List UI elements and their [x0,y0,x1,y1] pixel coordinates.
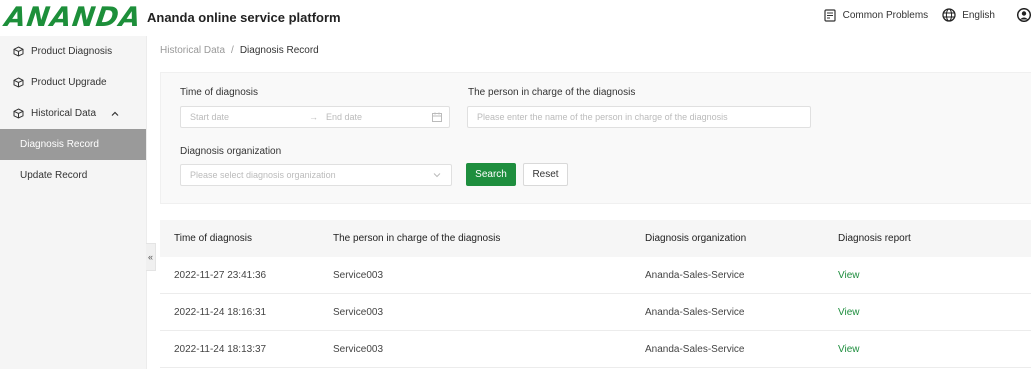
cube-icon [13,77,24,88]
column-header: Diagnosis report [838,233,911,244]
cell-organization: Ananda-Sales-Service [645,269,745,281]
sidebar-item-historical-data[interactable]: Historical Data [0,98,146,129]
sidebar-item-product-upgrade[interactable]: Product Upgrade [0,67,146,98]
user-avatar-icon[interactable] [1017,8,1031,22]
breadcrumb-parent[interactable]: Historical Data [160,45,225,56]
view-report-link[interactable]: View [838,344,860,355]
sidebar-item-diagnosis-record[interactable]: Diagnosis Record [0,129,146,160]
end-date-input[interactable]: End date [326,112,362,122]
breadcrumb-separator: / [231,45,234,56]
ananda-logo[interactable]: ANANDA [3,2,144,34]
range-arrow: → [309,112,318,122]
sidebar-collapse-toggle[interactable]: « [146,243,156,271]
globe-icon [942,8,956,22]
diagnosis-organization-placeholder: Please select diagnosis organization [190,170,336,180]
filter-panel: Time of diagnosis Start date → End date … [160,72,1031,204]
column-header: Diagnosis organization [645,233,747,244]
calendar-icon [432,112,442,122]
chevron-down-icon [433,173,441,178]
sidebar-item-update-record[interactable]: Update Record [0,160,146,191]
diagnosis-record-table: Time of diagnosis The person in charge o… [160,220,1031,368]
person-in-charge-placeholder: Please enter the name of the person in c… [477,112,728,122]
sidebar-item-product-diagnosis[interactable]: Product Diagnosis [0,36,146,67]
reset-button[interactable]: Reset [523,163,568,186]
cell-time: 2022-11-24 18:16:31 [174,306,267,318]
cell-person: Service003 [333,306,384,318]
table-header: Time of diagnosis The person in charge o… [160,220,1031,257]
app-title: Ananda online service platform [147,10,341,25]
person-in-charge-input[interactable]: Please enter the name of the person in c… [467,106,811,128]
person-in-charge-label: The person in charge of the diagnosis [468,87,636,98]
table-row: 2022-11-27 23:41:36 Service003 Ananda-Sa… [160,257,1031,294]
common-problems-link[interactable]: Common Problems [823,8,929,22]
table-row: 2022-11-24 18:13:37 Service003 Ananda-Sa… [160,331,1031,368]
chevron-up-icon [111,111,119,116]
view-report-link[interactable]: View [838,270,860,281]
column-header: Time of diagnosis [174,233,252,244]
column-header: The person in charge of the diagnosis [333,233,501,244]
diagnosis-organization-label: Diagnosis organization [180,146,282,157]
start-date-input[interactable]: Start date [190,112,229,122]
cell-organization: Ananda-Sales-Service [645,343,745,355]
breadcrumb-current: Diagnosis Record [239,45,319,56]
search-button[interactable]: Search [466,163,516,186]
date-range-picker[interactable]: Start date → End date [180,106,450,128]
sidebar-item-label: Update Record [20,170,88,181]
view-report-link[interactable]: View [838,307,860,318]
breadcrumb: Historical Data / Diagnosis Record [160,45,319,56]
cell-person: Service003 [333,269,384,281]
header-actions: Common Problems English [823,8,1031,22]
sidebar-item-label: Historical Data [31,108,97,119]
table-row: 2022-11-24 18:16:31 Service003 Ananda-Sa… [160,294,1031,331]
document-icon [823,8,836,22]
sidebar-item-label: Product Upgrade [31,77,107,88]
time-of-diagnosis-label: Time of diagnosis [180,87,258,98]
cell-time: 2022-11-27 23:41:36 [174,269,267,281]
cell-time: 2022-11-24 18:13:37 [174,343,267,355]
language-label: English [962,9,995,21]
common-problems-label: Common Problems [842,9,929,21]
sidebar: Product Diagnosis Product Upgrade Histor… [0,36,147,369]
language-switch[interactable]: English [942,8,995,22]
sidebar-item-label: Diagnosis Record [20,139,99,150]
top-header: ANANDA Ananda online service platform Co… [0,0,1031,36]
cube-icon [13,108,24,119]
cell-person: Service003 [333,343,384,355]
cell-organization: Ananda-Sales-Service [645,306,745,318]
diagnosis-organization-select[interactable]: Please select diagnosis organization [180,164,452,186]
sidebar-item-label: Product Diagnosis [31,46,113,57]
cube-icon [13,46,24,57]
